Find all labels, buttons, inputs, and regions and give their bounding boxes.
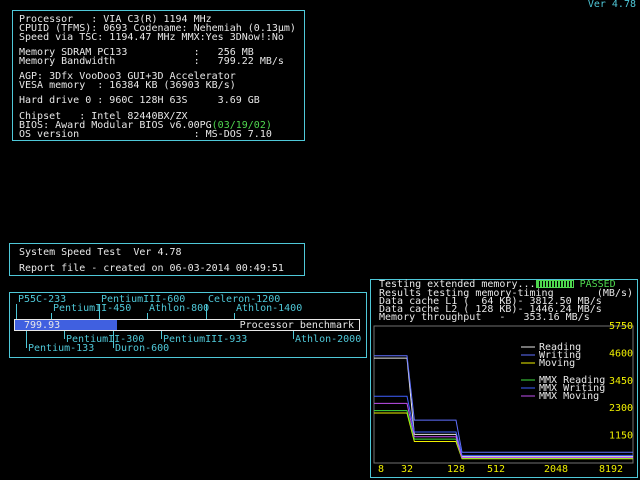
legend-label: MMX Moving xyxy=(539,391,599,402)
benchmark-scale: 799.93 Processor benchmark P55C-233 Penti… xyxy=(14,295,362,355)
speed-test-title: System Speed Test Ver 4.78 xyxy=(19,247,182,258)
x-tick-label: 2048 xyxy=(544,464,568,475)
cpu-reference-tick xyxy=(113,331,114,348)
series-line xyxy=(374,355,633,453)
y-tick-label: 2300 xyxy=(609,403,633,414)
y-tick-label: 3450 xyxy=(609,376,633,387)
cpu-reference-tick xyxy=(293,331,294,339)
series-line xyxy=(374,402,633,459)
y-tick-label: 1150 xyxy=(609,431,633,442)
cpu-reference-label: PentiumIII-933 xyxy=(163,334,248,345)
version-label: Ver 4.78 xyxy=(587,0,636,10)
cpu-reference-tick xyxy=(234,313,235,319)
y-tick-label: 4600 xyxy=(609,348,633,359)
x-tick-label: 8 xyxy=(378,464,384,475)
memory-timing-chart: 5750 4600 3450 2300 1150 8 32 128 512 2048 8192 Rea… xyxy=(371,280,637,477)
x-tick-label: 8192 xyxy=(599,464,623,475)
memory-test-panel: Testing extended memory... PASSED Result… xyxy=(370,279,638,478)
x-tick-label: 32 xyxy=(401,464,413,475)
cpu-reference-tick xyxy=(16,304,17,319)
speed-test-panel: System Speed Test Ver 4.78 Report file -… xyxy=(9,243,305,276)
cpu-reference-tick xyxy=(26,331,27,348)
cpu-reference-tick xyxy=(147,313,148,319)
cpu-reference-label: Athlon-800 xyxy=(149,303,210,314)
report-file-line: Report file - created on 06-03-2014 00:4… xyxy=(19,263,284,274)
benchmark-caption: Processor benchmark xyxy=(239,320,354,331)
memory-bandwidth-line: Memory Bandwidth : 799.22 MB/s xyxy=(19,56,284,67)
system-info-panel: Processor : VIA C3(R) 1194 MHz CPUID (TF… xyxy=(12,10,305,141)
cpu-reference-tick xyxy=(161,331,162,339)
legend-label: Moving xyxy=(539,358,575,369)
hard-drive-line: Hard drive 0 : 960C 128H 63S 3.69 GB xyxy=(19,95,260,106)
cpu-reference-label: Athlon-2000 xyxy=(295,334,362,345)
os-version-line: OS version : MS-DOS 7.10 xyxy=(19,129,272,140)
cpu-reference-tick xyxy=(64,331,65,339)
cpu-reference-label: PentiumII-450 xyxy=(53,303,132,314)
memory-timing-chart-svg: 575046003450230011508 32 128 512 2048 8192Rea… xyxy=(373,321,634,475)
cpu-reference-label: Pentium-133 xyxy=(28,343,95,354)
cpu-reference-label: Athlon-1400 xyxy=(236,303,303,314)
cpu-reference-label: Duron-600 xyxy=(115,343,170,354)
benchmark-value: 799.93 xyxy=(24,320,61,331)
benchmark-panel: 799.93 Processor benchmark P55C-233 Penti… xyxy=(9,292,367,358)
x-tick-label: 128 xyxy=(447,464,465,475)
x-tick-label: 512 xyxy=(487,464,505,475)
tsc-speed-line: Speed via TSC: 1194.47 MHz MMX:Yes 3DNow… xyxy=(19,32,284,43)
y-tick-label: 5750 xyxy=(609,321,633,332)
cpu-reference-tick xyxy=(51,313,52,319)
vesa-memory-line: VESA memory : 16384 KB (36903 KB/s) xyxy=(19,80,236,91)
